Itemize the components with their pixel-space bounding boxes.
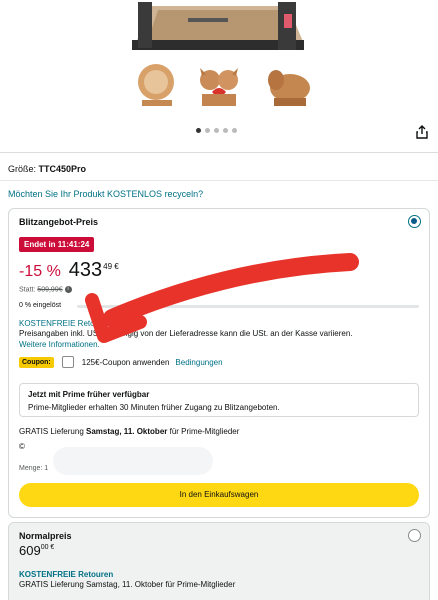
normal-delivery-info: GRATIS Lieferung Samstag, 11. Oktober fü… [19, 580, 236, 589]
prime-text: Prime-Mitglieder erhalten 30 Minuten frü… [28, 403, 280, 412]
product-image-gallery[interactable] [0, 0, 438, 150]
coupon-terms-link[interactable]: Bedingungen [175, 358, 222, 367]
divider [0, 152, 438, 153]
deal-countdown-badge: Endet in 11:41:24 [19, 237, 95, 252]
vat-note: Preisangaben inkl. USt. Abhängig von der… [19, 329, 353, 338]
claimed-progress-bar [77, 305, 419, 308]
normal-price-radio[interactable] [408, 529, 421, 542]
sample-products-image[interactable] [130, 62, 320, 110]
list-price: Statt: 509,99€ i [19, 286, 72, 293]
free-returns-link[interactable]: KOSTENFREIE Retouren [19, 319, 111, 328]
delivery-suffix: für Prime-Mitglieder [169, 427, 240, 436]
size-selection[interactable]: Größe: TTC450Pro [8, 164, 86, 174]
discount-percentage: -15 % [19, 263, 61, 280]
info-icon[interactable]: i [64, 286, 72, 293]
delivery-info: GRATIS Lieferung Samstag, 11. Oktober fü… [19, 427, 239, 436]
carousel-dot[interactable] [223, 128, 228, 133]
prime-early-access-box: Jetzt mit Prime früher verfügbar Prime-M… [19, 383, 419, 417]
carousel-indicators [196, 128, 237, 133]
size-label: Größe: [8, 164, 37, 174]
normal-price-fraction: 00 € [40, 544, 55, 551]
share-icon[interactable] [414, 124, 430, 140]
coupon-badge: Coupon: [19, 356, 54, 368]
carousel-dot[interactable] [205, 128, 210, 133]
laser-engraver-image[interactable] [128, 0, 308, 58]
delivery-date: Samstag, 11. Oktober [86, 427, 168, 436]
coupon-text: 125€-Coupon anwenden [81, 357, 170, 367]
deal-offer-card[interactable]: Blitzangebot-Preis Endet in 11:41:24 -15… [8, 208, 430, 518]
normal-free-returns-link[interactable]: KOSTENFREIE Retouren [19, 570, 113, 579]
normal-price-whole: 609 [19, 543, 41, 558]
coupon-row: Coupon: 125€-Coupon anwenden Bedingungen [19, 356, 223, 368]
divider [0, 180, 438, 181]
size-value: TTC450Pro [38, 164, 87, 174]
claimed-label: 0 % eingelöst [19, 302, 62, 309]
deal-price: -15 % 433 49 € [19, 259, 119, 282]
add-to-cart-button[interactable]: In den Einkaufswagen [19, 483, 419, 507]
normal-price-title: Normalpreis [19, 531, 72, 541]
normal-price-card[interactable]: Normalpreis 609 00 € KOSTENFREIE Retoure… [8, 522, 430, 600]
delivery-address[interactable]: © [19, 442, 25, 451]
deal-title: Blitzangebot-Preis [19, 217, 99, 227]
was-price: 509,99€ [37, 286, 63, 294]
prime-title: Jetzt mit Prime früher verfügbar [28, 390, 150, 399]
carousel-dot[interactable] [196, 128, 201, 133]
deal-radio-selected[interactable] [408, 215, 421, 228]
price-whole: 433 [68, 259, 103, 281]
was-label: Statt: [19, 286, 36, 294]
normal-price: 609 00 € [19, 543, 54, 558]
quantity-selector[interactable]: Menge: 1 [19, 465, 48, 472]
carousel-dot[interactable] [214, 128, 219, 133]
price-fraction: 49 € [103, 262, 119, 271]
more-info-link[interactable]: Weitere Informationen. [19, 340, 100, 349]
coupon-checkbox[interactable] [61, 356, 74, 368]
redacted-area [53, 447, 213, 475]
carousel-dot[interactable] [232, 128, 237, 133]
delivery-prefix: GRATIS Lieferung [19, 427, 84, 436]
recycle-link[interactable]: Möchten Sie Ihr Produkt KOSTENLOS recyce… [8, 189, 203, 199]
